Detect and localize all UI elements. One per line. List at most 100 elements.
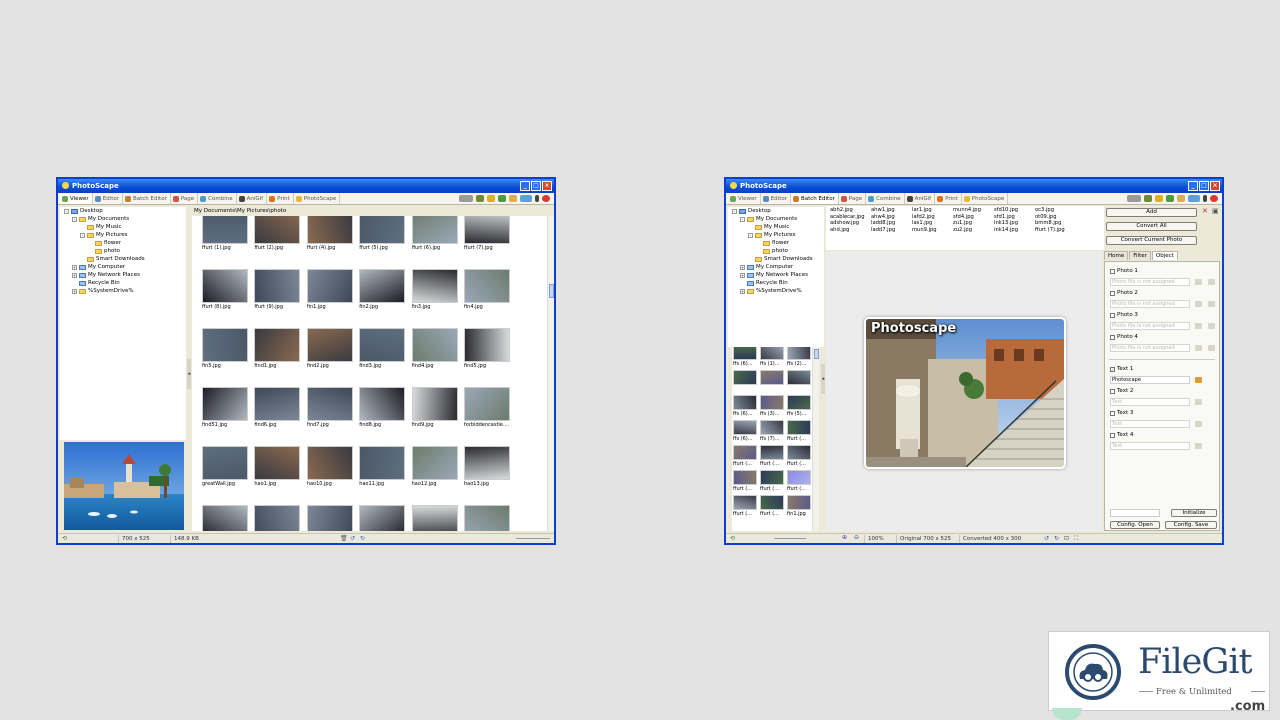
tree-item-system-drive[interactable]: + %SystemDrive% [728,287,824,295]
pin-icon[interactable] [535,195,539,202]
tree-item-my-network-places[interactable]: + My Network Places [728,271,824,279]
thumbnail-item[interactable]: find9.jpg [411,387,458,429]
rotate-left-icon[interactable]: ↺ [350,535,355,542]
toolbar-display-icon[interactable] [1127,195,1141,202]
tree-item-desktop[interactable]: - Desktop [60,207,186,215]
tab-home[interactable]: Home [1104,251,1129,260]
tab-editor[interactable]: Editor [761,193,791,204]
thumbnail-item[interactable] [411,505,458,531]
checkbox-icon[interactable] [1110,312,1115,318]
file-item[interactable]: ink13.jpg [994,220,1018,227]
strip-thumbnail[interactable]: ffurt (... [760,445,784,468]
photo-1-file[interactable]: Photo file is not assigned [1110,278,1190,286]
thumbnail-item[interactable]: fin4.jpg [464,269,510,311]
strip-thumbnail[interactable]: ffurt (... [760,470,784,493]
toolbar-display-icon[interactable] [459,195,473,202]
tree-item-system-drive[interactable]: + %SystemDrive% [60,287,186,295]
text-4-value[interactable]: Text [1110,442,1190,450]
tree-item-my-music[interactable]: My Music [728,223,824,231]
file-item[interactable]: ahw1.jpg [871,207,895,214]
help-icon[interactable] [1210,195,1218,202]
folder-icon[interactable] [1177,195,1185,202]
strip-thumbnail[interactable]: ffurt (... [733,470,757,493]
checkbox-icon[interactable] [1110,268,1115,274]
thumbnail-item[interactable]: ffurt (4).jpg [306,216,353,252]
tree-item-my-network-places[interactable]: + My Network Places [60,271,186,279]
toolbar-mode-icon[interactable] [520,195,532,202]
tree-item-smart-downloads[interactable]: Smart Downloads [728,255,824,263]
strip-thumbnail[interactable]: ffs (2)... [787,347,811,368]
thumb-size-slider[interactable] [774,538,806,539]
tree-item-my-documents[interactable]: - My Documents [728,215,824,223]
text-1-style-icon[interactable] [1195,377,1202,383]
file-item[interactable]: zu2.jpg [953,227,981,234]
thumbnail-item[interactable]: ffurt (8).jpg [202,269,248,311]
remove-icon[interactable]: ✕ [1202,207,1208,215]
thumbnail-item[interactable] [254,505,301,531]
tree-item-my-pictures[interactable]: - My Pictures [60,231,186,239]
photo-2-file[interactable]: Photo file is not assigned [1110,300,1190,308]
thumbnail-item[interactable]: ffurt (5).jpg [359,216,406,252]
thumbnail-item[interactable] [464,505,510,531]
strip-thumbnail[interactable]: ffs (6)... [733,395,757,418]
tree-item-photo[interactable]: photo [60,247,186,255]
thumbnail-item[interactable]: find4.jpg [411,328,458,370]
strip-thumbnail[interactable] [733,370,757,393]
star-icon[interactable] [487,195,495,202]
toolbar-grid-icon[interactable] [1144,195,1152,202]
text-3-value[interactable]: Text [1110,420,1190,428]
tree-item-smart-downloads[interactable]: Smart Downloads [60,255,186,263]
tree-item-photo[interactable]: photo [728,247,824,255]
file-item[interactable]: ladd8.jpg [871,220,895,227]
tab-viewer[interactable]: Viewer [60,193,93,204]
tree-item-my-computer[interactable]: + My Computer [728,263,824,271]
strip-thumbnail[interactable]: fin1.jpg [787,495,811,518]
strip-thumbnail[interactable]: ffs (6)... [733,420,757,443]
thumbnail-item[interactable]: hao10.jpg [306,446,353,488]
text-3-style-icon[interactable] [1195,421,1202,427]
window-titlebar[interactable]: PhotoScape _ □ × [58,179,554,193]
checkbox-icon[interactable] [1110,334,1115,340]
tree-item-recycle-bin[interactable]: Recycle Bin [728,279,824,287]
tree-item-my-music[interactable]: My Music [60,223,186,231]
tab-print[interactable]: Print [935,193,962,204]
tree-item-my-documents[interactable]: - My Documents [60,215,186,223]
preset-field[interactable] [1110,509,1160,517]
thumbnail-item[interactable]: find1.jpg [254,328,301,370]
thumbnail-item[interactable]: find6.jpg [254,387,301,429]
thumbnail-item[interactable]: forbiddencastle.... [464,387,510,429]
panel-collapse-handle[interactable]: ◂ [187,359,191,389]
thumbnail-item[interactable]: ffurt (7).jpg [464,216,510,252]
tab-combine[interactable]: Combine [198,193,237,204]
scrollbar-thumb[interactable] [814,349,819,359]
photo-3-toggle[interactable]: Photo 3 [1110,312,1138,318]
thumbnail-item[interactable] [306,505,353,531]
thumbnail-item[interactable]: fin3.jpg [411,269,458,311]
strip-thumbnail[interactable]: ffs (1)... [760,347,784,368]
close-button[interactable]: × [542,181,552,191]
tab-batch-editor[interactable]: Batch Editor [790,193,839,204]
photo-2-browse-icon[interactable] [1208,301,1215,307]
convert-all-button[interactable]: Convert All [1106,222,1197,231]
minimize-button[interactable]: _ [520,181,530,191]
thumbnail-item[interactable]: fin1.jpg [306,269,353,311]
text-4-style-icon[interactable] [1195,443,1202,449]
toolbar-grid-icon[interactable] [476,195,484,202]
tab-batch-editor[interactable]: Batch Editor [123,193,171,204]
close-button[interactable]: × [1210,181,1220,191]
photo-1-browse-icon[interactable] [1208,279,1215,285]
tab-viewer[interactable]: Viewer [728,193,761,204]
photo-3-browse-icon[interactable] [1208,323,1215,329]
thumbnail-item[interactable] [359,505,406,531]
minimize-button[interactable]: _ [1188,181,1198,191]
checkbox-icon[interactable] [1110,388,1115,394]
file-item[interactable]: bmm8.jpg [1035,220,1065,227]
tree-item-recycle-bin[interactable]: Recycle Bin [60,279,186,287]
photo-1-toggle[interactable]: Photo 1 [1110,268,1138,274]
thumbnail-item[interactable]: fin2.jpg [359,269,406,311]
strip-thumbnail[interactable]: ffs (7)... [760,420,784,443]
photo-2-toggle[interactable]: Photo 2 [1110,290,1138,296]
strip-thumbnail[interactable]: ffurt (... [733,495,757,518]
sync-icon[interactable]: ⟲ [62,535,67,542]
tab-print[interactable]: Print [267,193,294,204]
